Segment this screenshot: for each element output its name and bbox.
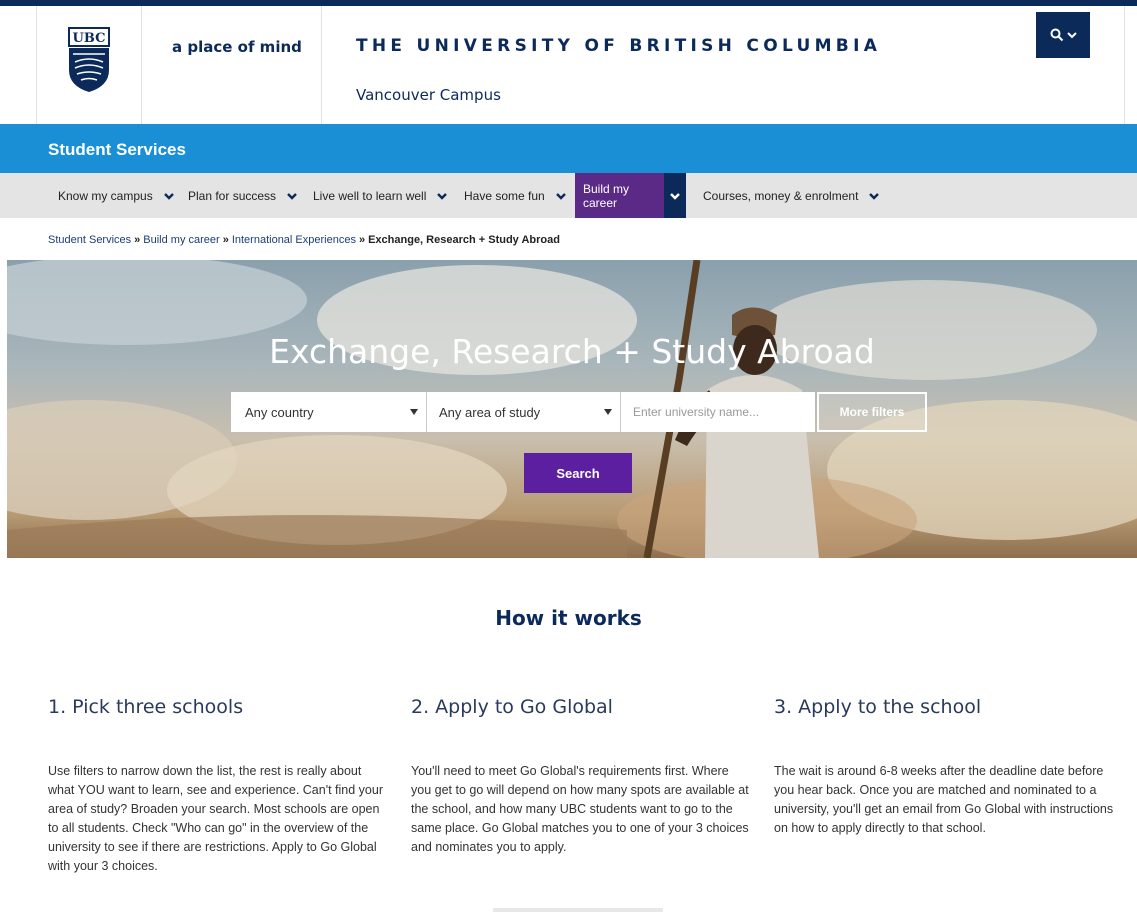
step-card: 2. Apply to Go Global You'll need to mee… <box>411 696 751 857</box>
chevron-down-icon <box>670 192 680 200</box>
breadcrumb-separator: » <box>358 234 366 246</box>
breadcrumb-separator: » <box>134 234 141 246</box>
ubc-crest-icon: UBC <box>68 27 110 92</box>
step-title: 3. Apply to the school <box>774 696 982 718</box>
breadcrumb-separator: » <box>222 234 229 246</box>
step-text: Use filters to narrow down the list, the… <box>48 764 383 873</box>
nav-item-label: Have some fun <box>464 188 545 203</box>
logo-text: UBC <box>73 31 106 46</box>
area-select-value: Any area of study <box>439 404 541 420</box>
area-of-study-select[interactable]: Any area of study <box>427 392 621 432</box>
nav-item-have-some-fun[interactable]: Have some fun <box>464 173 567 218</box>
unit-bar: Student Services <box>0 124 1137 173</box>
nav-item-live-well[interactable]: Live well to learn well <box>313 173 448 218</box>
header-divider <box>1124 6 1125 124</box>
chevron-down-icon[interactable] <box>868 190 880 202</box>
campus-name[interactable]: Vancouver Campus <box>356 86 501 104</box>
country-select-value: Any country <box>245 404 314 420</box>
hero-banner: Exchange, Research + Study Abroad Any co… <box>7 260 1137 558</box>
more-filters-button[interactable]: More filters <box>817 392 927 432</box>
search-icon <box>1050 28 1063 42</box>
ubc-logo[interactable]: UBC <box>36 6 142 124</box>
nav-item-label: Courses, money & enrolment <box>703 188 859 203</box>
step-card: 1. Pick three schools Use filters to nar… <box>48 696 388 876</box>
breadcrumb-link[interactable]: International Experiences <box>232 234 356 246</box>
step-text: You'll need to meet Go Global's requirem… <box>411 764 749 854</box>
how-it-works-title: How it works <box>495 606 642 630</box>
unit-title[interactable]: Student Services <box>48 140 186 160</box>
chevron-down-icon[interactable] <box>555 190 567 202</box>
nav-active-toggle[interactable] <box>664 173 686 218</box>
nav-item-know-my-campus[interactable]: Know my campus <box>58 173 175 218</box>
main-nav: Know my campus Plan for success Live wel… <box>0 173 1137 218</box>
hero-title: Exchange, Research + Study Abroad <box>269 332 875 371</box>
tagline-box: a place of mind <box>142 6 322 124</box>
search-toggle-button[interactable] <box>1036 12 1090 58</box>
step-title: 1. Pick three schools <box>48 696 244 718</box>
caret-down-icon <box>410 409 418 415</box>
nav-item-courses-money[interactable]: Courses, money & enrolment <box>703 173 880 218</box>
step-card: 3. Apply to the school The wait is aroun… <box>774 696 1114 838</box>
chevron-down-icon <box>1066 32 1077 39</box>
nav-item-label: Know my campus <box>58 188 153 203</box>
search-button[interactable]: Search <box>524 453 632 493</box>
breadcrumb: Student Services» Build my career» Interna… <box>48 234 560 246</box>
step-text: The wait is around 6-8 weeks after the d… <box>774 764 1114 835</box>
step-title: 2. Apply to Go Global <box>411 696 613 718</box>
nav-item-plan-for-success[interactable]: Plan for success <box>188 173 298 218</box>
nav-item-label: Build my career <box>583 181 630 210</box>
caret-down-icon <box>604 409 612 415</box>
tagline: a place of mind <box>172 38 302 56</box>
chevron-down-icon[interactable] <box>163 190 175 202</box>
university-name[interactable]: THE UNIVERSITY OF BRITISH COLUMBIA <box>356 36 881 56</box>
breadcrumb-link[interactable]: Student Services <box>48 234 131 246</box>
site-header: UBC a place of mind THE UNIVERSITY OF BR… <box>0 6 1137 124</box>
chevron-down-icon[interactable] <box>286 190 298 202</box>
nav-item-label: Plan for success <box>188 188 277 203</box>
cut-off-button-edge <box>493 908 663 912</box>
nav-item-build-my-career[interactable]: Build my career <box>575 173 664 218</box>
nav-item-label: Live well to learn well <box>313 188 427 203</box>
chevron-down-icon[interactable] <box>436 190 448 202</box>
university-name-input[interactable] <box>621 392 815 432</box>
breadcrumb-link[interactable]: Build my career <box>143 234 219 246</box>
breadcrumb-current: Exchange, Research + Study Abroad <box>368 234 560 246</box>
country-select[interactable]: Any country <box>231 392 427 432</box>
